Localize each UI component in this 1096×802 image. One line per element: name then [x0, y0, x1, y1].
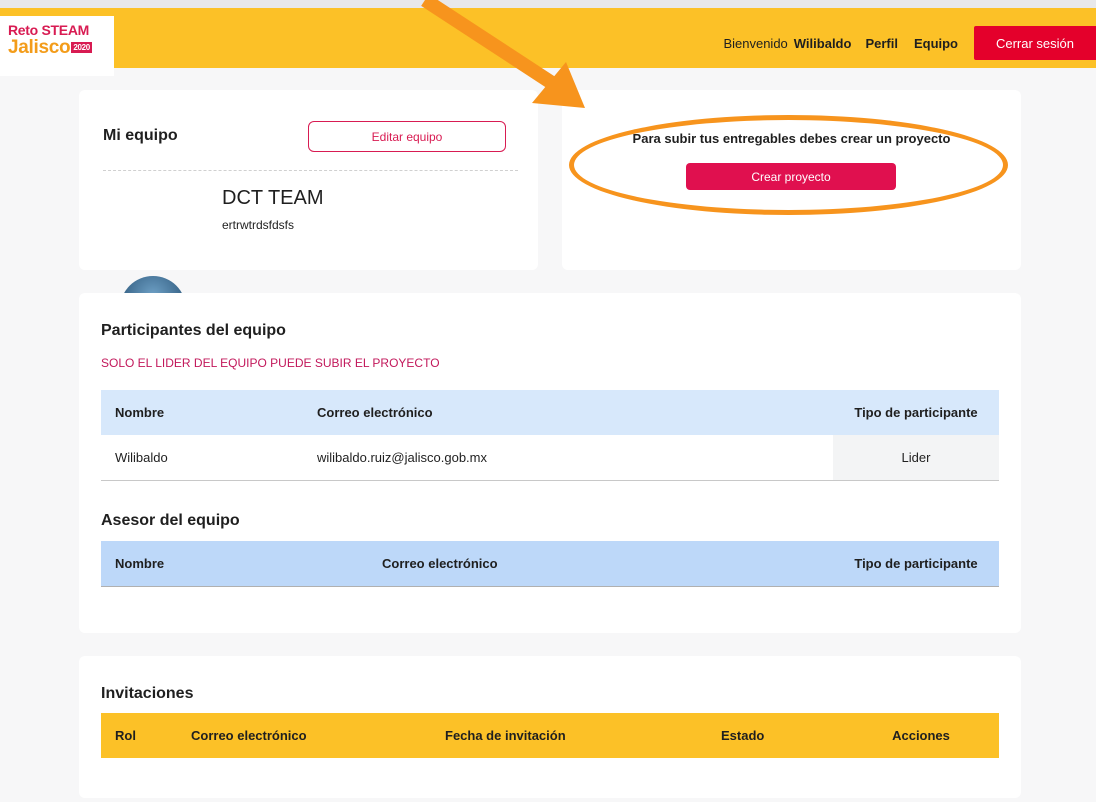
column-header-role: Rol: [115, 728, 136, 743]
participant-name: Wilibaldo: [115, 449, 168, 465]
edit-team-button[interactable]: Editar equipo: [308, 121, 506, 152]
table-row: Wilibaldo wilibaldo.ruiz@jalisco.gob.mx …: [101, 435, 999, 480]
nav-profile-link[interactable]: Perfil: [865, 36, 898, 51]
header-nav: Bienvenido Wilibaldo Perfil Equipo Cerra…: [723, 26, 1096, 60]
participants-table: Nombre Correo electrónico Tipo de partic…: [101, 390, 999, 481]
team-description: ertrwtrdsfdsfs: [222, 218, 295, 232]
team-name: DCT TEAM: [222, 187, 324, 209]
invitations-card: Invitaciones Rol Correo electrónico Fech…: [79, 656, 1021, 798]
participants-card: Participantes del equipo SOLO EL LIDER D…: [79, 293, 1021, 633]
column-header-name: Nombre: [115, 405, 165, 420]
leader-warning: SOLO EL LIDER DEL EQUIPO PUEDE SUBIR EL …: [101, 356, 440, 370]
advisor-table: Nombre Correo electrónico Tipo de partic…: [101, 541, 999, 587]
column-header-name: Nombre: [115, 555, 165, 571]
logo-line1: Reto STEAM: [8, 22, 90, 38]
column-header-status: Estado: [721, 728, 765, 743]
table-header-row: Nombre Correo electrónico Tipo de partic…: [101, 541, 999, 586]
my-team-card: Mi equipo Editar equipo DCT TEAM ertrwtr…: [79, 90, 538, 342]
annotation-ellipse: [569, 115, 1008, 215]
table-header-row: Nombre Correo electrónico Tipo de partic…: [101, 390, 999, 435]
my-team-title: Mi equipo: [103, 127, 178, 144]
reto-steam-logo[interactable]: Reto STEAM Jalisco 2020: [0, 16, 114, 76]
invitations-title: Invitaciones: [101, 685, 194, 702]
nav-team-link[interactable]: Equipo: [914, 36, 958, 51]
participants-title: Participantes del equipo: [101, 322, 286, 339]
logout-button[interactable]: Cerrar sesión: [974, 26, 1096, 60]
top-header: Reto STEAM Jalisco 2020 Bienvenido Wiliba…: [0, 0, 1096, 76]
welcome-label: Bienvenido: [723, 35, 788, 51]
divider: [103, 170, 518, 171]
user-name: Wilibaldo: [793, 35, 852, 51]
column-header-email: Correo electrónico: [191, 728, 307, 743]
table-header-row: Rol Correo electrónico Fecha de invitaci…: [101, 713, 999, 758]
invitations-table: Rol Correo electrónico Fecha de invitaci…: [101, 713, 999, 758]
logo-word: Jalisco: [8, 37, 71, 58]
participant-email: wilibaldo.ruiz@jalisco.gob.mx: [317, 449, 487, 465]
column-header-date: Fecha de invitación: [445, 728, 566, 743]
column-header-actions: Acciones: [892, 728, 950, 743]
column-header-type: Tipo de participante: [854, 405, 978, 420]
column-header-type: Tipo de participante: [854, 555, 978, 571]
column-header-email: Correo electrónico: [382, 555, 498, 571]
advisor-title: Asesor del equipo: [101, 512, 240, 529]
logo-year: 2020: [71, 42, 92, 53]
column-header-email: Correo electrónico: [317, 405, 433, 420]
participant-type: Lider: [833, 435, 999, 480]
logo-line2: Jalisco 2020: [8, 38, 114, 58]
